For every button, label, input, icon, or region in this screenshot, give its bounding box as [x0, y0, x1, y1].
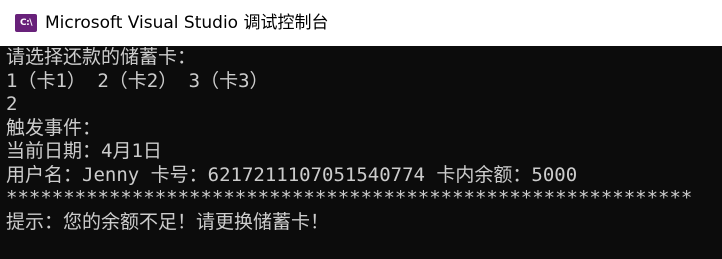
console-line-options: 1（卡1） 2（卡2） 3（卡3） [6, 69, 269, 92]
visual-studio-console-icon: C:\ [15, 14, 37, 32]
console-line-event: 触发事件： [6, 116, 102, 139]
title-bar[interactable]: C:\ Microsoft Visual Studio 调试控制台 [0, 0, 722, 46]
console-line-separator: ****************************************… [6, 187, 693, 209]
console-line-prompt: 请选择还款的储蓄卡： [6, 46, 197, 68]
console-line-user-input: 2 [6, 93, 18, 115]
window-title: Microsoft Visual Studio 调试控制台 [45, 13, 329, 33]
console-line-account-info: 用户名：Jenny 卡号：6217211107051540774 卡内余额：50… [6, 163, 578, 186]
console-output[interactable]: 请选择还款的储蓄卡： 1（卡1） 2（卡2） 3（卡3） 2 触发事件： 当前日… [0, 46, 722, 259]
console-line-warning: 提示：您的余额不足！请更换储蓄卡！ [6, 210, 330, 233]
console-window: C:\ Microsoft Visual Studio 调试控制台 请选择还款的… [0, 0, 722, 259]
console-line-date: 当前日期：4月1日 [6, 140, 162, 162]
